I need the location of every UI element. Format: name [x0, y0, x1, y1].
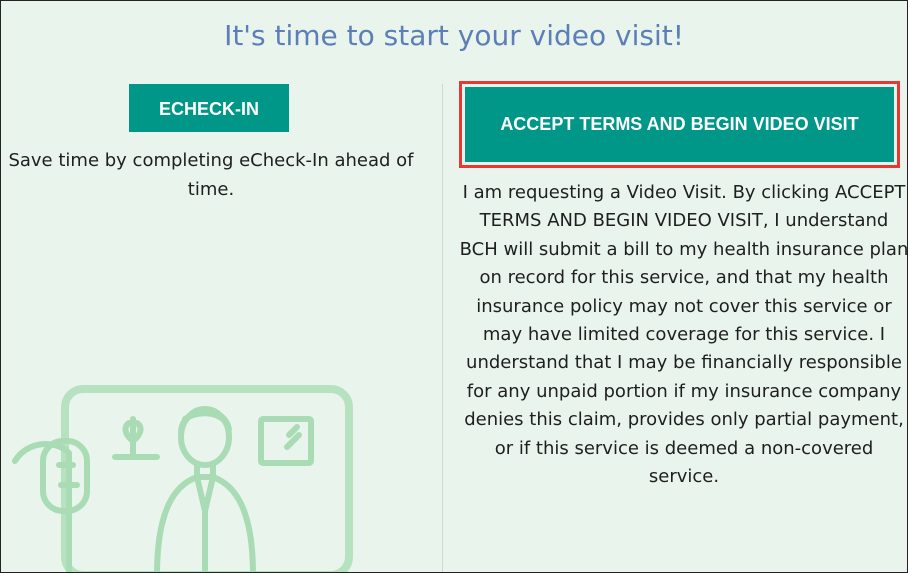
column-divider [442, 84, 443, 572]
echeck-description: Save time by completing eCheck-In ahead … [8, 150, 414, 200]
terms-text: I am requesting a Video Visit. By clicki… [459, 182, 908, 488]
page-frame: It's time to start your video visit! ECH… [0, 0, 908, 573]
echeck-in-button[interactable]: ECHECK-IN [129, 84, 289, 132]
accept-button-highlight: ACCEPT TERMS AND BEGIN VIDEO VISIT [459, 81, 900, 168]
accept-terms-begin-video-visit-button[interactable]: ACCEPT TERMS AND BEGIN VIDEO VISIT [465, 87, 894, 162]
page-title: It's time to start your video visit! [224, 19, 684, 52]
video-visit-illustration-icon [7, 381, 367, 572]
